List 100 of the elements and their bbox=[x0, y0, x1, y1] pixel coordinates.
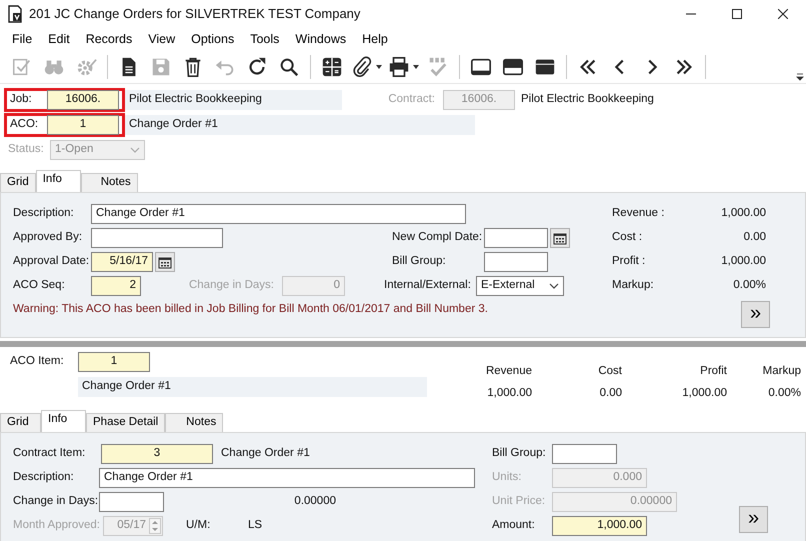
field-label: Month Approved: bbox=[13, 518, 101, 534]
input-field[interactable] bbox=[552, 444, 617, 464]
summary-value: 0.00% bbox=[732, 278, 766, 294]
more-button[interactable]: » bbox=[741, 301, 770, 328]
field-label: Amount: bbox=[492, 518, 536, 534]
field-label: Description: bbox=[13, 206, 75, 222]
field-label: Change in Days: bbox=[13, 494, 99, 510]
spinner-arrows-icon bbox=[149, 518, 161, 534]
description-text: Change Order #1 bbox=[78, 377, 427, 397]
overflow-arrow-icon bbox=[796, 73, 804, 81]
field-label: U/M: bbox=[186, 518, 212, 534]
summary-value: 1,000.00 bbox=[720, 254, 766, 270]
dropdown[interactable]: E-External bbox=[476, 276, 564, 296]
input-field[interactable]: 3 bbox=[101, 444, 213, 464]
field-label: Change in Days: bbox=[188, 278, 275, 294]
input-field[interactable]: 2 bbox=[91, 276, 141, 296]
search-icon bbox=[278, 56, 300, 78]
field-label: Bill Group: bbox=[392, 254, 447, 270]
calendar-icon bbox=[158, 256, 172, 268]
menu-item[interactable]: Options bbox=[183, 30, 242, 48]
input-field: 16006. bbox=[443, 90, 515, 110]
calendar-button[interactable] bbox=[550, 228, 570, 248]
summary-value: 0.00 bbox=[742, 230, 766, 246]
field-label: Unit Price: bbox=[492, 494, 546, 510]
input-field[interactable] bbox=[484, 228, 548, 248]
chevron-down-icon bbox=[549, 283, 559, 289]
total-value: 1,000.00 bbox=[486, 386, 532, 402]
column-header: Revenue bbox=[484, 364, 532, 379]
menu-item[interactable]: Help bbox=[354, 30, 396, 48]
value-text: 0.00000 bbox=[293, 494, 336, 510]
caret-icon bbox=[376, 64, 382, 68]
warning-message: Warning: This ACO has been billed in Job Billing for Bill Month 06/01/2017 and Bill Number 3. bbox=[13, 302, 489, 317]
column-header: Cost bbox=[597, 364, 622, 379]
input-field[interactable] bbox=[484, 252, 548, 272]
field-label: New Compl Date: bbox=[392, 230, 484, 246]
input-field[interactable]: 16006. bbox=[47, 90, 119, 110]
spinner-field: 05/17 bbox=[103, 516, 163, 536]
input-field[interactable] bbox=[91, 228, 223, 248]
menu-item[interactable]: File bbox=[4, 30, 40, 48]
field-label: ACO Item: bbox=[10, 354, 65, 370]
input-field[interactable]: 5/16/17 bbox=[91, 252, 153, 272]
summary-label: Markup: bbox=[612, 278, 655, 294]
summary-label: Profit : bbox=[612, 254, 646, 270]
input-field[interactable] bbox=[99, 492, 164, 512]
description-text: Change Order #1 bbox=[125, 115, 475, 135]
field-label: Units: bbox=[492, 470, 522, 486]
menu-item[interactable]: View bbox=[140, 30, 184, 48]
summary-value: 1,000.00 bbox=[720, 206, 766, 222]
total-value: 0.00 bbox=[598, 386, 622, 402]
close-icon bbox=[778, 9, 788, 19]
value-text: LS bbox=[248, 518, 262, 534]
field-label: ACO: bbox=[9, 117, 40, 132]
total-value: 0.00% bbox=[767, 386, 801, 402]
field-label: Internal/External: bbox=[384, 278, 472, 294]
calendar-button[interactable] bbox=[155, 252, 175, 272]
input-field: 0.00000 bbox=[552, 492, 677, 512]
input-field[interactable]: 1 bbox=[47, 115, 119, 135]
field-label: Description: bbox=[13, 470, 75, 486]
field-label: Status: bbox=[7, 142, 45, 158]
printer-icon bbox=[388, 56, 410, 78]
menu-item[interactable]: Tools bbox=[242, 30, 288, 48]
tab[interactable]: Info bbox=[41, 410, 86, 432]
menu-item[interactable]: Edit bbox=[40, 30, 78, 48]
input-field: 0 bbox=[282, 276, 345, 296]
tab[interactable]: Info bbox=[36, 170, 81, 192]
input-field[interactable]: 1 bbox=[78, 352, 150, 372]
field-label: Bill Group: bbox=[492, 446, 547, 462]
menu-item[interactable]: Windows bbox=[287, 30, 354, 48]
input-field[interactable]: 1,000.00 bbox=[552, 516, 647, 536]
field-label: Job: bbox=[9, 92, 33, 108]
field-label: Approval Date: bbox=[13, 254, 90, 270]
calendar-icon bbox=[553, 232, 567, 244]
spellcheck-icon bbox=[427, 56, 449, 78]
window-title: 201 JC Change Orders for SILVERTREK TEST Company bbox=[29, 5, 362, 24]
app-icon bbox=[7, 5, 23, 23]
calculator-icon bbox=[321, 56, 343, 78]
tab[interactable]: Notes bbox=[165, 413, 224, 432]
more-button[interactable]: » bbox=[739, 506, 768, 533]
tab[interactable]: Grid bbox=[0, 173, 36, 192]
total-value: 1,000.00 bbox=[681, 386, 727, 402]
caret-icon bbox=[413, 64, 419, 68]
input-field: 0.000 bbox=[552, 468, 647, 488]
column-header: Profit bbox=[699, 364, 727, 379]
input-field[interactable]: Change Order #1 bbox=[99, 468, 475, 488]
summary-label: Cost : bbox=[612, 230, 644, 246]
tab[interactable]: Notes bbox=[80, 173, 138, 192]
paperclip-icon bbox=[351, 56, 373, 78]
field-label: Contract: bbox=[387, 92, 436, 108]
description-text: Change Order #1 bbox=[221, 446, 310, 462]
column-header: Markup bbox=[762, 364, 801, 379]
summary-label: Revenue : bbox=[612, 206, 666, 222]
description-text: Pilot Electric Bookkeeping bbox=[125, 90, 342, 110]
tab[interactable]: Grid bbox=[0, 413, 41, 432]
dropdown: 1-Open bbox=[50, 140, 145, 160]
field-label: Contract Item: bbox=[13, 446, 86, 462]
input-field[interactable]: Change Order #1 bbox=[91, 204, 466, 224]
maximize-icon bbox=[732, 9, 742, 19]
menu-item[interactable]: Records bbox=[78, 30, 140, 48]
tab[interactable]: Phase Detail bbox=[86, 413, 166, 432]
description-text: Pilot Electric Bookkeeping bbox=[521, 92, 654, 108]
